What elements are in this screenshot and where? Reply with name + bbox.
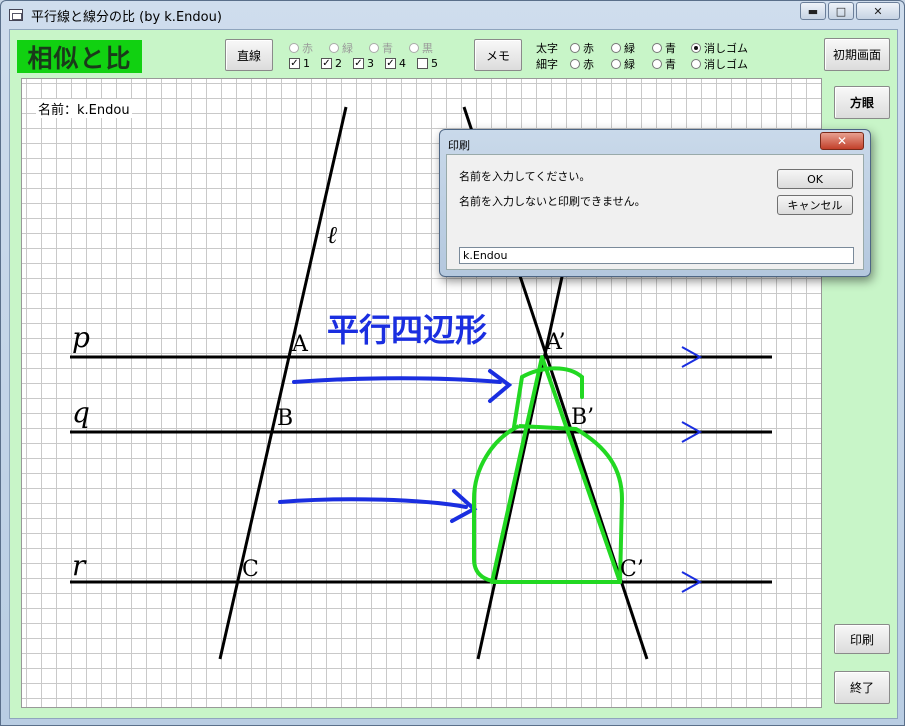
line-check-2[interactable]: ✓ 2 [321, 57, 342, 70]
dialog-message-2: 名前を入力しないと印刷できません。 [459, 195, 646, 208]
thin-eraser-label: 消しゴム [704, 58, 748, 71]
thin-blue-label: 青 [665, 58, 676, 71]
checkbox-5[interactable] [417, 58, 428, 69]
thick-red[interactable]: 赤 [570, 40, 594, 56]
thin-blue[interactable]: 青 [652, 56, 676, 72]
thick-blue[interactable]: 青 [652, 40, 676, 56]
line-color-blue-label: 青 [382, 42, 393, 55]
thick-eraser-label: 消しゴム [704, 42, 748, 55]
minimize-button[interactable]: ▬ [800, 2, 826, 20]
line-color-black[interactable]: 黒 [409, 40, 433, 56]
thick-green-label: 緑 [624, 42, 635, 55]
line-color-red[interactable]: 赤 [289, 40, 313, 56]
window-title: 平行線と線分の比 (by k.Endou) [31, 9, 222, 25]
thick-label: 太字 [536, 42, 558, 55]
close-button[interactable]: ✕ [856, 2, 900, 20]
cancel-button[interactable]: キャンセル [777, 195, 853, 215]
line-check-4-label: 4 [399, 57, 406, 70]
checkbox-1[interactable]: ✓ [289, 58, 300, 69]
line-check-1[interactable]: ✓ 1 [289, 57, 310, 70]
title-bar[interactable]: 平行線と線分の比 (by k.Endou) ▬ □ ✕ [1, 1, 904, 29]
grid-button[interactable]: 方眼 [834, 86, 890, 119]
thin-label: 細字 [536, 58, 558, 71]
app-icon [9, 9, 23, 21]
line-check-3-label: 3 [367, 57, 374, 70]
name-label: 名前：k.Endou [36, 99, 132, 118]
label-B: B [277, 406, 293, 431]
name-input[interactable] [459, 247, 854, 264]
thin-green[interactable]: 緑 [611, 56, 635, 72]
line-color-blue[interactable]: 青 [369, 40, 393, 56]
print-dialog: 印刷 ✕ 名前を入力してください。 名前を入力しないと印刷できません。 OK キ… [439, 129, 871, 277]
line-check-5[interactable]: 5 [417, 57, 438, 70]
thin-red[interactable]: 赤 [570, 56, 594, 72]
line-check-1-label: 1 [303, 57, 310, 70]
line-button[interactable]: 直線 [225, 39, 273, 71]
line-check-3[interactable]: ✓ 3 [353, 57, 374, 70]
memo-button[interactable]: メモ [474, 39, 522, 71]
label-r: r [72, 549, 87, 582]
thick-red-label: 赤 [583, 42, 594, 55]
line-n [476, 253, 569, 660]
thin-red-label: 赤 [583, 58, 594, 71]
thick-blue-label: 青 [665, 42, 676, 55]
line-color-green-label: 緑 [342, 42, 353, 55]
green-triangle [490, 355, 622, 584]
label-p: p [72, 321, 90, 354]
label-A-prime: A’ [545, 330, 566, 355]
checkbox-4[interactable]: ✓ [385, 58, 396, 69]
line-color-red-label: 赤 [302, 42, 313, 55]
maximize-button[interactable]: □ [828, 2, 854, 20]
memo-arrow-1-head [488, 369, 513, 403]
line-check-5-label: 5 [431, 57, 438, 70]
ok-button[interactable]: OK [777, 169, 853, 189]
memo-text: 平行四辺形 [327, 311, 487, 349]
line-check-2-label: 2 [335, 57, 342, 70]
window-controls: ▬ □ ✕ [800, 2, 900, 20]
checkbox-2[interactable]: ✓ [321, 58, 332, 69]
thin-green-label: 緑 [624, 58, 635, 71]
line-color-black-label: 黒 [422, 42, 433, 55]
memo-arrow-1 [292, 376, 502, 384]
print-button[interactable]: 印刷 [834, 624, 890, 654]
exit-button[interactable]: 終了 [834, 671, 890, 704]
memo-arrow-2 [278, 497, 468, 509]
thin-eraser[interactable]: 消しゴム [691, 56, 748, 72]
close-icon: ✕ [836, 134, 848, 148]
thick-green[interactable]: 緑 [611, 40, 635, 56]
app-window: 平行線と線分の比 (by k.Endou) ▬ □ ✕ 相似と比 直線 赤 緑 … [0, 0, 905, 726]
dialog-message-1: 名前を入力してください。 [459, 170, 591, 183]
label-q: q [72, 396, 90, 429]
dialog-title: 印刷 [448, 139, 470, 152]
thick-eraser[interactable]: 消しゴム [691, 40, 748, 56]
label-l: ℓ [327, 221, 337, 249]
line-check-4[interactable]: ✓ 4 [385, 57, 406, 70]
label-C: C [242, 557, 259, 582]
label-C-prime: C’ [620, 557, 644, 582]
reset-button[interactable]: 初期画面 [824, 38, 890, 71]
label-B-prime: B’ [571, 405, 594, 430]
line-l [218, 106, 348, 660]
app-logo: 相似と比 [17, 40, 142, 73]
dialog-body: 名前を入力してください。 名前を入力しないと印刷できません。 OK キャンセル [446, 154, 864, 270]
dialog-close-button[interactable]: ✕ [820, 132, 864, 150]
checkbox-3[interactable]: ✓ [353, 58, 364, 69]
label-A: A [291, 332, 309, 357]
line-color-green[interactable]: 緑 [329, 40, 353, 56]
